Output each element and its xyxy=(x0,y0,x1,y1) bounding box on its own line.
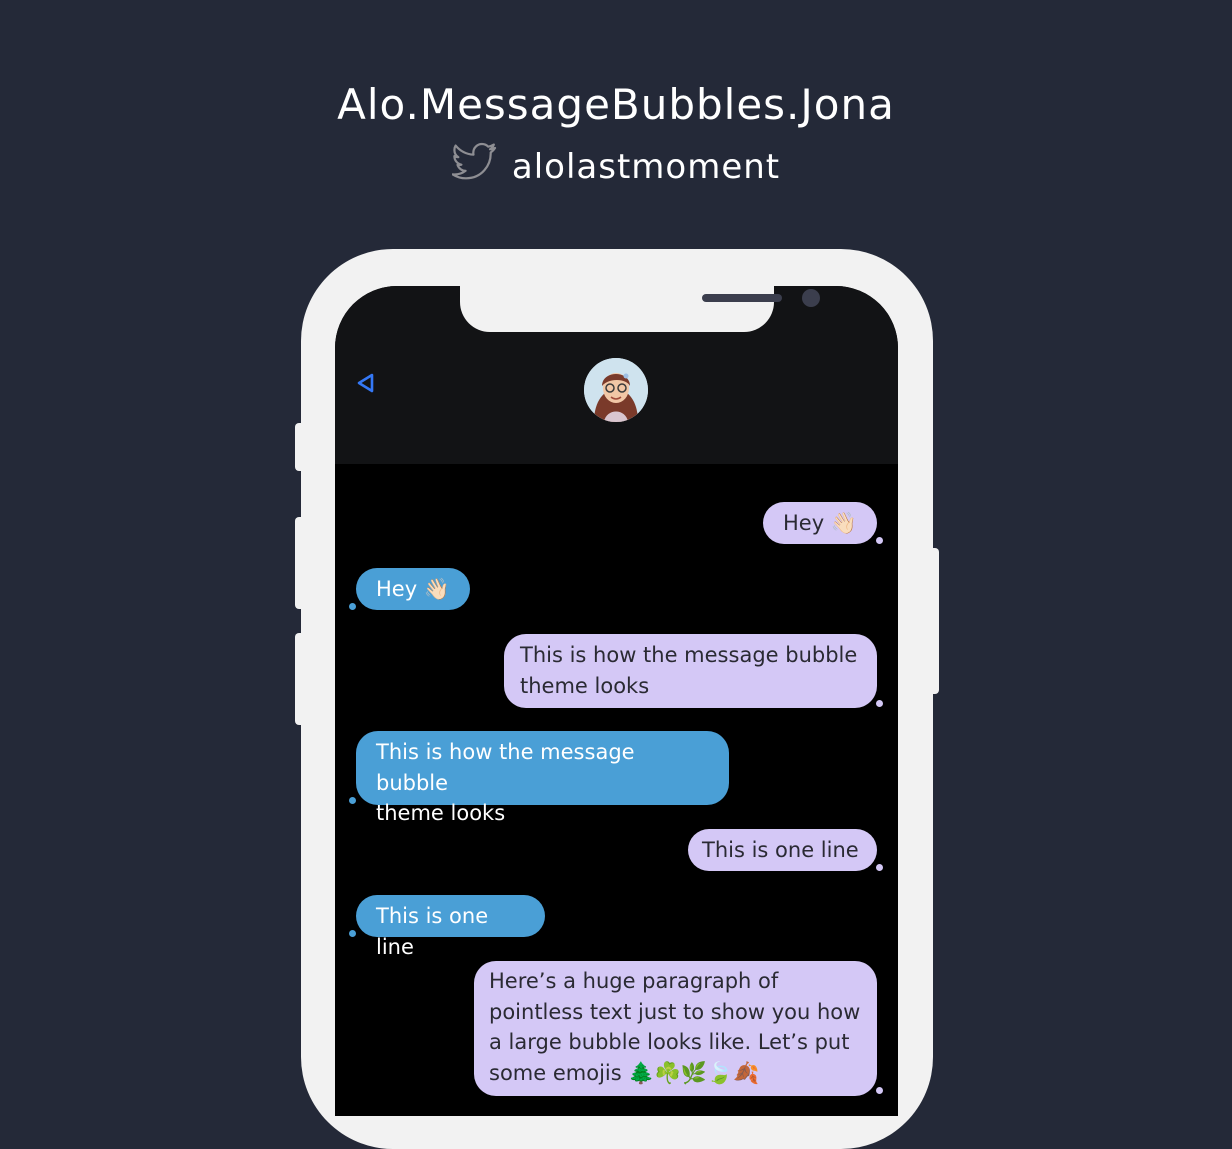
twitter-bird-icon xyxy=(451,142,498,191)
bubble-tail xyxy=(876,700,883,707)
notch xyxy=(460,286,820,332)
message-bubble-incoming[interactable]: Hey 👋🏻 xyxy=(356,568,470,610)
chat-header xyxy=(335,286,898,464)
message-text-line: some emojis 🌲☘️🌿🍃🍂 xyxy=(489,1060,760,1085)
bubble-tail xyxy=(349,603,356,610)
speaker-grille xyxy=(702,294,782,302)
message-text-line: This is how the message bubble xyxy=(520,643,858,667)
message-text: This is one line xyxy=(376,904,489,959)
back-arrow-icon[interactable] xyxy=(355,372,377,394)
phone-screen: Hey 👋🏻 Hey 👋🏻 This is how the message bu… xyxy=(335,286,898,1116)
message-bubble-outgoing[interactable]: Hey 👋🏻 xyxy=(763,502,877,544)
message-bubble-outgoing[interactable]: This is one line xyxy=(688,829,877,871)
message-bubble-outgoing[interactable]: This is how the message bubble theme loo… xyxy=(504,634,877,708)
bubble-tail xyxy=(349,930,356,937)
bubble-tail xyxy=(876,537,883,544)
twitter-handle-text: alolastmoment xyxy=(511,146,781,187)
message-text: This is one line xyxy=(702,838,859,862)
bubble-tail xyxy=(876,1087,883,1094)
avatar[interactable] xyxy=(584,358,648,422)
message-text-line: a large bubble looks like. Let’s put xyxy=(489,1030,850,1054)
message-text-line: theme looks xyxy=(376,801,506,825)
bubble-tail xyxy=(349,797,356,804)
page-title: Alo.MessageBubbles.Jona xyxy=(337,80,895,129)
front-camera xyxy=(802,289,820,307)
bubble-tail xyxy=(876,864,883,871)
twitter-handle[interactable]: alolastmoment xyxy=(0,142,1232,191)
message-bubble-outgoing[interactable]: Here’s a huge paragraph of pointless tex… xyxy=(474,961,877,1096)
message-bubble-incoming[interactable]: This is one line xyxy=(356,895,545,959)
message-text-line: pointless text just to show you how xyxy=(489,999,861,1024)
message-bubble-incoming[interactable]: This is how the message bubble theme loo… xyxy=(356,731,729,825)
message-text: Hey 👋🏻 xyxy=(376,577,450,601)
message-text: Hey 👋🏻 xyxy=(783,511,857,535)
message-text-line: This is how the message bubble xyxy=(376,740,635,795)
message-text-line: theme looks xyxy=(520,673,650,698)
message-text-line: Here’s a huge paragraph of xyxy=(489,969,779,993)
